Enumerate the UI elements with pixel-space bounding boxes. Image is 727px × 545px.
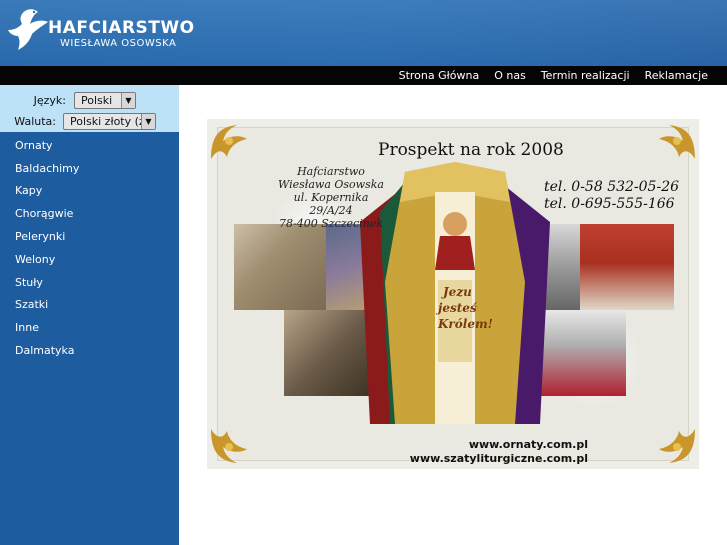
nav-home[interactable]: Strona Główna <box>399 69 480 82</box>
top-nav: Strona Główna O nas Termin realizacji Re… <box>0 66 727 85</box>
brochure-urls: www.ornaty.com.pl www.szatyliturgiczne.c… <box>388 438 588 466</box>
brochure-image: Jezu jesteś Królem! Prospekt na rok 2008… <box>207 119 699 469</box>
vestment-text-3: Królem! <box>438 317 493 331</box>
nav-complaints[interactable]: Reklamacje <box>645 69 708 82</box>
language-value: Polski <box>81 93 113 107</box>
menu-item-welony[interactable]: Welony <box>0 248 179 271</box>
ornament-bottom-right-icon <box>659 429 695 463</box>
menu-item-kapy[interactable]: Kapy <box>0 180 179 203</box>
ornament-bottom-left-icon <box>211 429 247 463</box>
logo-title: HAFCIARSTWO <box>48 18 195 38</box>
currency-value: Polski złoty (zł) <box>70 114 153 128</box>
main-content: Jezu jesteś Królem! Prospekt na rok 2008… <box>179 85 727 545</box>
photo-shop <box>580 224 674 310</box>
vestment-text-2: jesteś <box>438 301 477 315</box>
menu-item-ornaty[interactable]: Ornaty <box>0 134 179 157</box>
menu-item-dalmatyka[interactable]: Dalmatyka <box>0 339 179 362</box>
settings-panel: Język: Polski ▼ Waluta: Polski złoty (zł… <box>0 85 179 132</box>
dove-icon <box>8 9 48 50</box>
photo-workshop <box>234 224 326 310</box>
menu-item-pelerynki[interactable]: Pelerynki <box>0 225 179 248</box>
company-line: ul. Kopernika 29/A/24 <box>293 191 369 217</box>
phone-line: tel. 0-695-555-166 <box>544 196 675 212</box>
phone-line: tel. 0-58 532-05-26 <box>544 179 680 195</box>
chevron-down-icon: ▼ <box>141 113 155 129</box>
company-line: Hafciarstwo <box>297 165 365 178</box>
phone-info: tel. 0-58 532-05-26 tel. 0-695-555-166 <box>544 179 679 213</box>
currency-row: Waluta: Polski złoty (zł) ▼ <box>0 112 179 130</box>
ornament-top-right-icon <box>659 125 695 159</box>
menu-item-choragwie[interactable]: Chorągwie <box>0 202 179 225</box>
language-row: Język: Polski ▼ <box>0 91 179 109</box>
company-line: 78-400 Szczecinek <box>279 217 383 230</box>
chevron-down-icon: ▼ <box>121 92 135 108</box>
category-menu: Ornaty Baldachimy Kapy Chorągwie Peleryn… <box>0 132 179 362</box>
ornament-top-left-icon <box>211 125 247 159</box>
sidebar: Język: Polski ▼ Waluta: Polski złoty (zł… <box>0 85 179 545</box>
brochure-title: Prospekt na rok 2008 <box>378 140 564 160</box>
menu-item-szatki[interactable]: Szatki <box>0 294 179 317</box>
currency-select[interactable]: Polski złoty (zł) ▼ <box>63 112 156 130</box>
url-line: www.szatyliturgiczne.com.pl <box>409 452 588 465</box>
company-line: Wiesława Osowska <box>278 178 384 191</box>
logo-subtitle: WIESŁAWA OSOWSKA <box>60 38 177 49</box>
language-select[interactable]: Polski ▼ <box>74 91 136 109</box>
vestment-text-1: Jezu <box>443 285 472 299</box>
menu-item-stuly[interactable]: Stuły <box>0 271 179 294</box>
url-line: www.ornaty.com.pl <box>468 438 588 451</box>
nav-about[interactable]: O nas <box>494 69 526 82</box>
brochure-panel: Jezu jesteś Królem! Prospekt na rok 2008… <box>217 127 689 465</box>
company-info: Hafciarstwo Wiesława Osowska ul. Koperni… <box>276 165 386 230</box>
menu-item-baldachimy[interactable]: Baldachimy <box>0 157 179 180</box>
site-logo[interactable]: HAFCIARSTWO WIESŁAWA OSOWSKA <box>8 6 194 58</box>
nav-lead-time[interactable]: Termin realizacji <box>541 69 630 82</box>
language-label: Język: <box>33 93 66 107</box>
currency-label: Waluta: <box>14 114 56 128</box>
menu-item-inne[interactable]: Inne <box>0 316 179 339</box>
site-header: HAFCIARSTWO WIESŁAWA OSOWSKA <box>0 0 727 66</box>
